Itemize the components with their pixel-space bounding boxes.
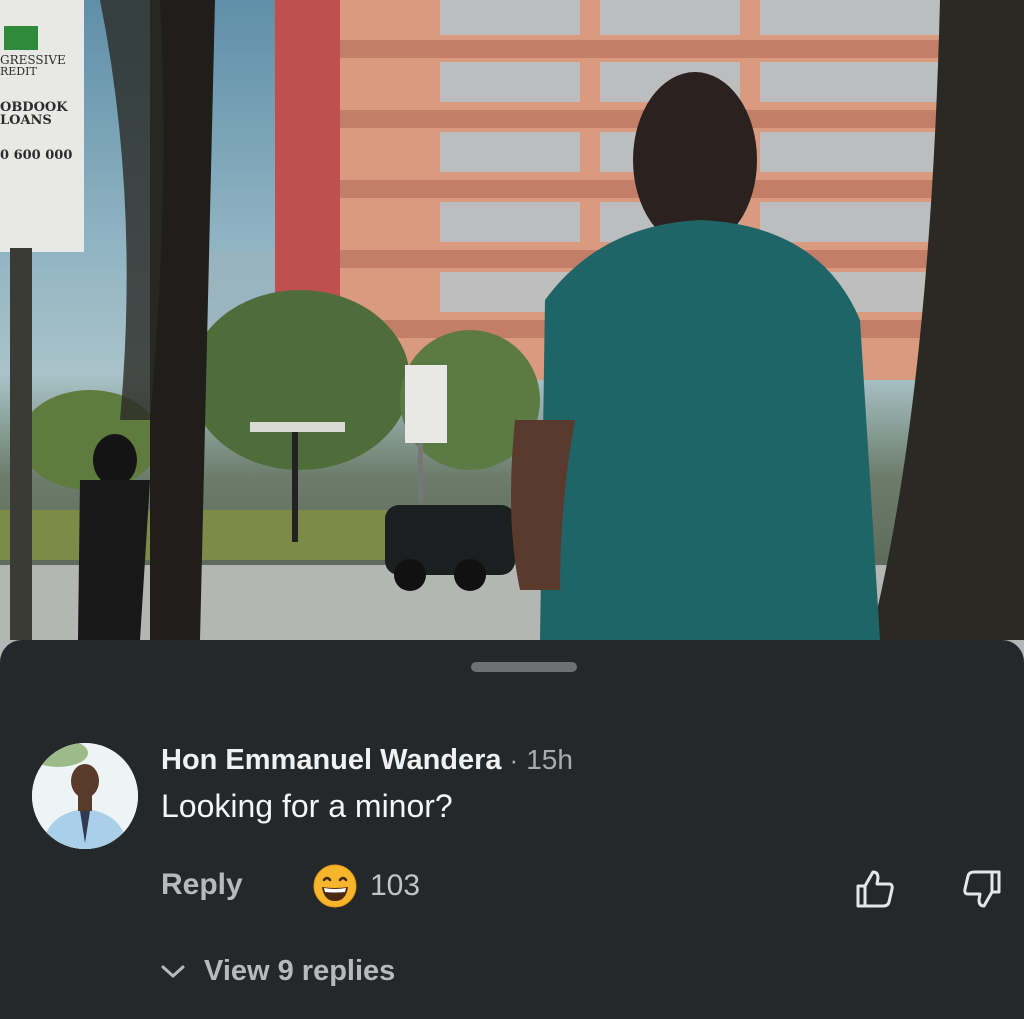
comment-header: Hon Emmanuel Wandera · 15h <box>161 744 573 784</box>
dislike-button[interactable] <box>958 866 1004 912</box>
thumbs-up-icon <box>856 870 894 908</box>
video-frame[interactable]: GRESSIVE REDIT OBDOOK LOANS 0 600 000 <box>0 0 1024 680</box>
billboard-line: REDIT <box>0 65 37 78</box>
reaction-count: 103 <box>370 869 421 902</box>
comment-text: Looking for a minor? <box>161 788 453 824</box>
comments-sheet: Hon Emmanuel Wandera · 15h Looking for a… <box>0 640 1024 1019</box>
avatar-image <box>32 743 138 849</box>
billboard-line: 0 600 000 <box>0 148 73 163</box>
like-button[interactable] <box>852 866 898 912</box>
billboard: GRESSIVE REDIT OBDOOK LOANS 0 600 000 <box>0 54 84 162</box>
sheet-drag-handle[interactable] <box>471 662 577 672</box>
comment-time: 15h <box>526 744 573 775</box>
reply-button[interactable]: Reply <box>161 868 243 902</box>
view-replies-label: View 9 replies <box>204 955 396 987</box>
grinning-emoji-icon <box>313 864 357 908</box>
separator-dot: · <box>509 745 519 775</box>
view-replies-button[interactable]: View 9 replies <box>160 955 395 988</box>
comment-author[interactable]: Hon Emmanuel Wandera <box>161 744 502 777</box>
reaction-button[interactable]: 103 <box>312 863 420 909</box>
billboard-line: LOANS <box>0 113 52 128</box>
thumbs-down-icon <box>963 870 1001 908</box>
avatar[interactable] <box>32 743 138 849</box>
chevron-down-icon <box>161 965 185 977</box>
video-scene <box>0 0 1024 680</box>
